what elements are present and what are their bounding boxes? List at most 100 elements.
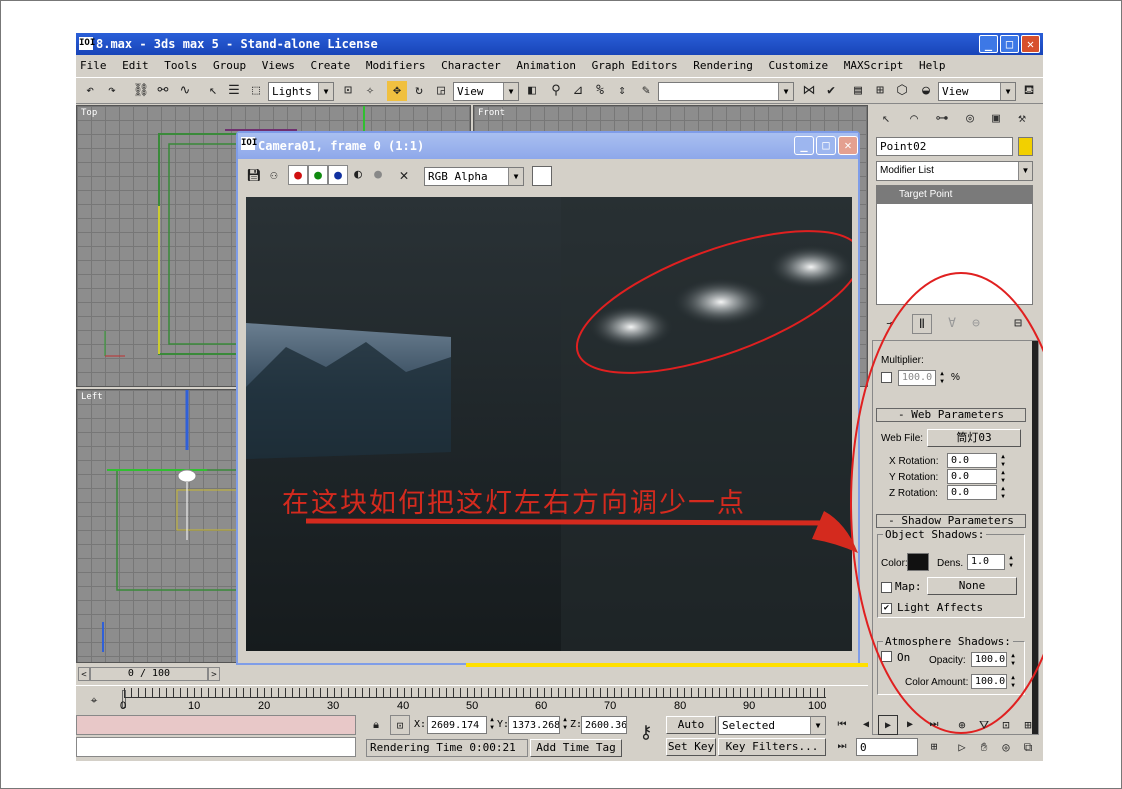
dens-spinner[interactable]: ▲ ▼ — [1007, 554, 1015, 570]
snap-toggle-icon[interactable]: ⚲ — [546, 81, 566, 101]
alpha-channel-icon[interactable]: ◐ — [348, 165, 368, 185]
x-spinner[interactable]: ▲ ▼ — [488, 716, 496, 732]
y-spinner[interactable]: ▲ ▼ — [561, 716, 569, 732]
color-swatch[interactable] — [532, 166, 552, 186]
modifier-list-dropdown[interactable]: Modifier List ▼ — [876, 161, 1033, 181]
z-rotation-spinner[interactable]: ▲ ▼ — [999, 485, 1007, 501]
minimize-button[interactable]: _ — [979, 35, 998, 53]
current-frame-field[interactable]: 0 — [856, 738, 918, 756]
frame-maximize-button[interactable]: □ — [816, 136, 836, 155]
next-frame-icon[interactable]: > — [208, 667, 220, 681]
menu-edit[interactable]: Edit — [122, 56, 149, 76]
next-frame-icon[interactable]: ▶︎ — [900, 715, 920, 735]
menu-maxscript[interactable]: MAXScript — [844, 56, 904, 76]
schematic-view-icon[interactable]: ⊞ — [870, 81, 890, 101]
menu-views[interactable]: Views — [262, 56, 295, 76]
reference-coordinate-dropdown[interactable]: View ▼ — [453, 82, 519, 101]
absolute-mode-icon[interactable]: ⊡ — [390, 715, 410, 735]
map-checkbox[interactable] — [881, 582, 892, 593]
z-rotation-field[interactable]: 0.0 — [947, 485, 997, 500]
named-selection-dropdown[interactable]: ▼ — [658, 82, 794, 101]
angle-snap-icon[interactable]: ⊿ — [568, 81, 588, 101]
motion-tab-icon[interactable]: ◎ — [958, 108, 982, 130]
mirror-icon[interactable]: ⋈ — [799, 81, 819, 101]
create-tab-icon[interactable]: ↖ — [874, 108, 898, 130]
x-rotation-field[interactable]: 0.0 — [947, 453, 997, 468]
utilities-tab-icon[interactable]: ⚒ — [1010, 108, 1034, 130]
remove-modifier-icon[interactable]: ⊖ — [966, 314, 986, 334]
save-bitmap-icon[interactable]: 💾︎ — [244, 165, 264, 185]
field-of-view-icon[interactable]: ▷ — [952, 737, 972, 757]
window-titlebar[interactable]: IOI 8.max - 3ds max 5 - Stand-alone Lice… — [76, 33, 1043, 55]
render-type-dropdown[interactable]: View ▼ — [938, 82, 1016, 101]
frame-window-titlebar[interactable]: IOI Camera01, frame 0 (1:1) _ □ ✕ — [238, 133, 858, 159]
object-name-field[interactable]: Point02 — [876, 137, 1013, 156]
zoom-extents-icon[interactable]: ⊡ — [996, 715, 1016, 735]
atmosphere-on-checkbox[interactable] — [881, 651, 892, 662]
multiplier-spinner[interactable]: ▲ ▼ — [938, 370, 946, 386]
menu-animation[interactable]: Animation — [516, 56, 576, 76]
time-configuration-icon[interactable]: ⊞ — [924, 737, 944, 757]
zoom-all-icon[interactable]: ⛛ — [974, 715, 994, 735]
material-editor-icon[interactable]: ⬡ — [892, 81, 912, 101]
maxscript-listener-white[interactable] — [76, 737, 356, 757]
window-crossing-icon[interactable]: ✧ — [360, 81, 380, 101]
web-parameters-header[interactable]: - Web Parameters — [876, 408, 1026, 422]
menu-help[interactable]: Help — [919, 56, 946, 76]
web-file-button[interactable]: 筒灯03 — [927, 429, 1021, 447]
menu-customize[interactable]: Customize — [769, 56, 829, 76]
selection-region-icon[interactable]: ⬚ — [246, 81, 266, 101]
zoom-icon[interactable]: ⊕ — [952, 715, 972, 735]
quick-render-icon[interactable]: ⛾ — [1019, 81, 1039, 101]
zoom-extents-all-icon[interactable]: ⊞ — [1018, 715, 1038, 735]
go-to-start-icon[interactable]: ⏮︎ — [832, 715, 852, 735]
green-channel-icon[interactable]: ● — [308, 165, 328, 185]
x-rotation-spinner[interactable]: ▲ ▼ — [999, 453, 1007, 469]
key-icon[interactable]: ⚷ — [631, 723, 661, 743]
spinner-snap-icon[interactable]: ⇕ — [612, 81, 632, 101]
min-max-toggle-icon[interactable]: ⧉ — [1018, 737, 1038, 757]
previous-frame-icon[interactable]: ◀︎ — [856, 715, 876, 735]
select-object-icon[interactable]: ↖ — [203, 81, 223, 101]
menu-tools[interactable]: Tools — [164, 56, 197, 76]
multiplier-checkbox[interactable] — [881, 372, 892, 383]
y-rotation-spinner[interactable]: ▲ ▼ — [999, 469, 1007, 485]
shadow-parameters-header[interactable]: - Shadow Parameters — [876, 514, 1026, 528]
y-coordinate-field[interactable]: 1373.268 — [508, 716, 560, 734]
bind-space-warp-icon[interactable]: ∿ — [175, 81, 195, 101]
undo-icon[interactable]: ↶ — [80, 81, 100, 101]
multiplier-field[interactable]: 100.0 — [898, 370, 936, 386]
track-view-icon[interactable]: ▤ — [848, 81, 868, 101]
play-icon[interactable]: ▶︎ — [878, 715, 898, 735]
select-by-name-icon[interactable]: ☰ — [224, 81, 244, 101]
prev-frame-icon[interactable]: < — [78, 667, 90, 681]
blue-channel-icon[interactable]: ● — [328, 165, 348, 185]
percent-snap-icon[interactable]: % — [590, 81, 610, 101]
auto-key-button[interactable]: Auto Key — [666, 716, 716, 734]
z-coordinate-field[interactable]: 2600.36 — [581, 716, 627, 734]
channel-dropdown[interactable]: RGB Alpha ▼ — [424, 167, 524, 186]
object-color-swatch[interactable] — [1018, 137, 1033, 156]
pivot-center-icon[interactable]: ◧ — [522, 81, 542, 101]
dens-field[interactable]: 1.0 — [967, 554, 1005, 570]
frame-minimize-button[interactable]: _ — [794, 136, 814, 155]
display-tab-icon[interactable]: ▣ — [984, 108, 1008, 130]
key-mode-toggle-icon[interactable]: ⏭︎ — [832, 737, 852, 757]
configure-sets-icon[interactable]: ⊟ — [1008, 314, 1028, 334]
menu-group[interactable]: Group — [213, 56, 246, 76]
maximize-button[interactable]: □ — [1000, 35, 1019, 53]
hierarchy-tab-icon[interactable]: ⊶ — [930, 108, 954, 130]
time-slider-thumb[interactable]: 0 / 100 — [90, 667, 208, 681]
y-rotation-field[interactable]: 0.0 — [947, 469, 997, 484]
pan-icon[interactable]: ✋︎ — [974, 737, 994, 757]
shadow-color-swatch[interactable] — [907, 553, 929, 571]
move-icon[interactable]: ✥ — [387, 81, 407, 101]
menu-modifiers[interactable]: Modifiers — [366, 56, 426, 76]
menu-character[interactable]: Character — [441, 56, 501, 76]
frame-close-button[interactable]: ✕ — [838, 136, 858, 155]
close-button[interactable]: ✕ — [1021, 35, 1040, 53]
clear-icon[interactable]: ✕ — [394, 165, 414, 185]
go-to-end-icon[interactable]: ⏭︎ — [924, 715, 944, 735]
make-unique-icon[interactable]: ∀ — [942, 314, 962, 334]
pin-stack-icon[interactable]: ⊸ — [880, 314, 900, 334]
